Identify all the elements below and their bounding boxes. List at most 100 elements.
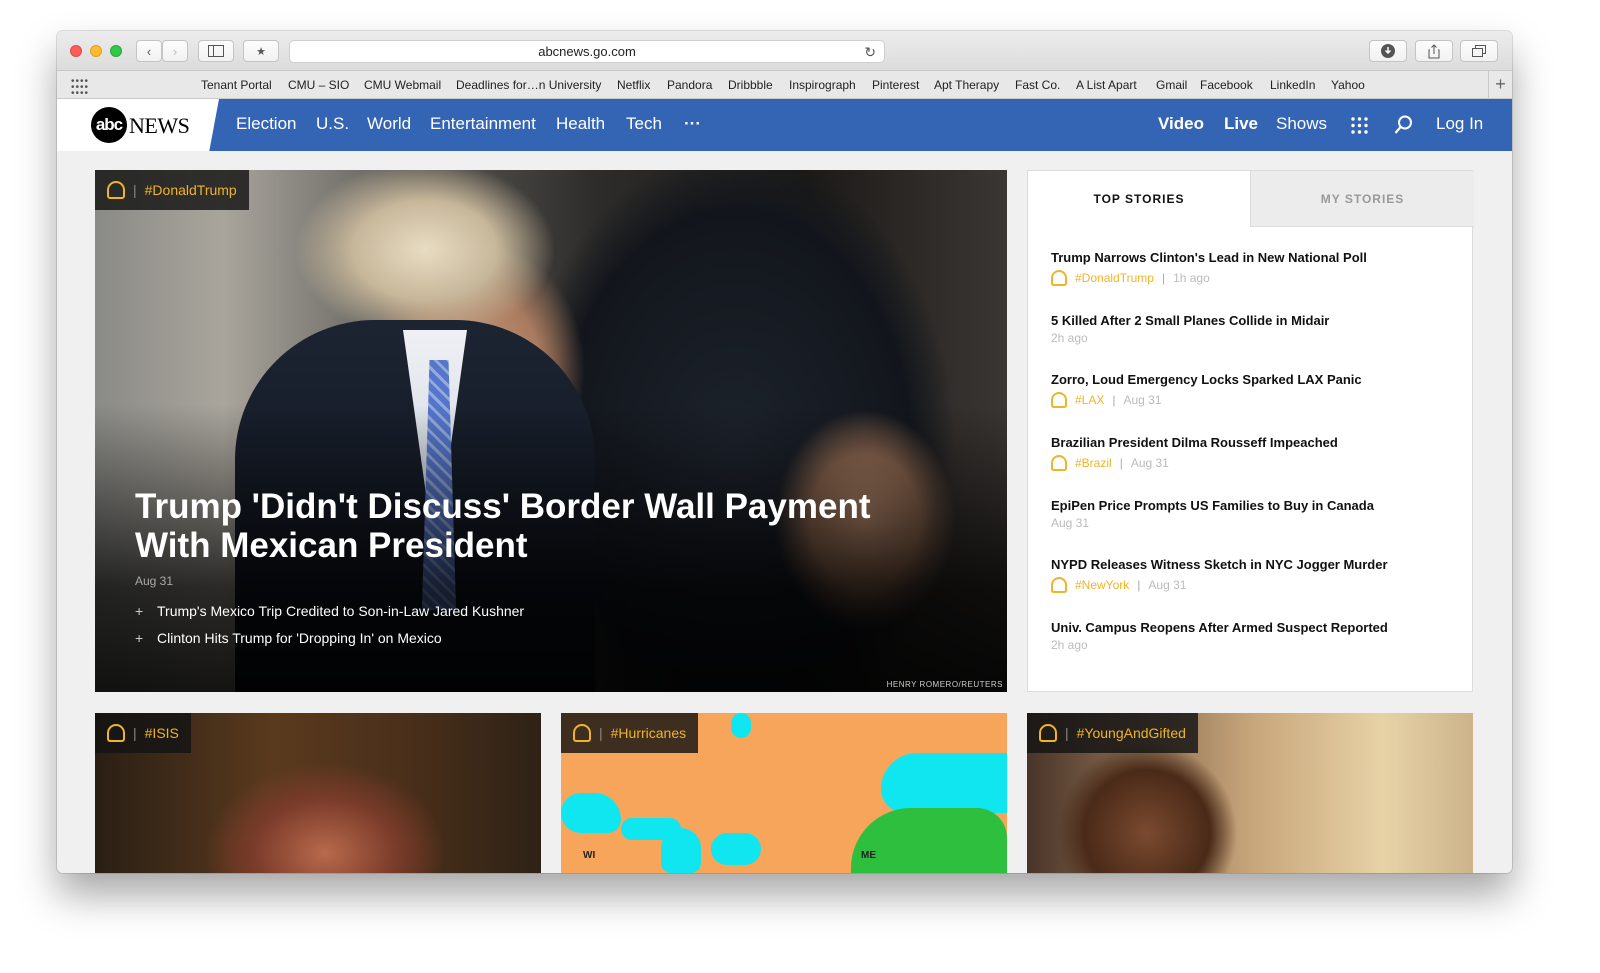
story-meta: #NewYork | Aug 31: [1051, 577, 1451, 593]
tag-divider: |: [1065, 725, 1069, 741]
hero-headline[interactable]: Trump 'Didn't Discuss' Border Wall Payme…: [135, 487, 955, 565]
sidebar-toggle-button[interactable]: [198, 40, 234, 62]
nav-shows[interactable]: Shows: [1276, 114, 1327, 134]
story-tile-hurricanes[interactable]: WI ME | #Hurricanes: [561, 713, 1007, 873]
list-item[interactable]: EpiPen Price Prompts US Families to Buy …: [1051, 498, 1451, 530]
bell-icon[interactable]: [107, 724, 125, 742]
tile-tag-label: #ISIS: [144, 725, 179, 741]
meta-divider: |: [1119, 456, 1123, 470]
address-bar[interactable]: abcnews.go.com ↻: [289, 40, 885, 63]
bookmark-item[interactable]: LinkedIn: [1270, 78, 1315, 92]
search-icon[interactable]: [1394, 115, 1413, 135]
nav-us[interactable]: U.S.: [316, 114, 349, 134]
nav-video[interactable]: Video: [1158, 114, 1204, 134]
bell-icon[interactable]: [1051, 577, 1067, 593]
share-icon: [1428, 43, 1440, 58]
bookmark-item[interactable]: Pinterest: [872, 78, 919, 92]
share-button[interactable]: [1415, 40, 1453, 62]
bookmark-item[interactable]: Tenant Portal: [201, 78, 272, 92]
logo-text: NEWS: [129, 113, 190, 138]
story-tag[interactable]: #LAX: [1075, 393, 1104, 407]
add-bookmark-button[interactable]: +: [1488, 71, 1512, 98]
bell-icon[interactable]: [1051, 455, 1067, 471]
story-tag[interactable]: #NewYork: [1075, 578, 1129, 592]
story-tag[interactable]: #Brazil: [1075, 456, 1112, 470]
bell-icon[interactable]: [1051, 392, 1067, 408]
nav-live[interactable]: Live: [1224, 114, 1258, 134]
list-item[interactable]: Trump Narrows Clinton's Lead in New Nati…: [1051, 250, 1451, 286]
login-link[interactable]: Log In: [1436, 114, 1483, 134]
bookmark-item[interactable]: CMU – SIO: [288, 78, 349, 92]
bookmark-item[interactable]: Dribbble: [728, 78, 773, 92]
bookmark-item[interactable]: A List Apart: [1076, 78, 1137, 92]
favorites-button[interactable]: ★: [243, 40, 279, 62]
list-item[interactable]: Brazilian President Dilma Rousseff Impea…: [1051, 435, 1451, 471]
tile-topic-tag[interactable]: | #YoungAndGifted: [1027, 713, 1198, 753]
story-title[interactable]: 5 Killed After 2 Small Planes Collide in…: [1051, 313, 1451, 328]
zoom-window-button[interactable]: [110, 45, 122, 57]
bookmark-item[interactable]: Yahoo: [1331, 78, 1365, 92]
bookmark-item[interactable]: Inspirograph: [789, 78, 856, 92]
list-item[interactable]: Univ. Campus Reopens After Armed Suspect…: [1051, 620, 1451, 652]
hero-tag-label: #DonaldTrump: [144, 182, 237, 198]
story-tag[interactable]: #DonaldTrump: [1075, 271, 1154, 285]
nav-world[interactable]: World: [367, 114, 411, 134]
bell-icon[interactable]: [107, 181, 125, 199]
story-title[interactable]: Brazilian President Dilma Rousseff Impea…: [1051, 435, 1451, 450]
story-meta: 2h ago: [1051, 638, 1451, 652]
story-tile-youngandgifted[interactable]: | #YoungAndGifted: [1027, 713, 1473, 873]
forward-button[interactable]: ›: [162, 40, 188, 62]
story-title[interactable]: Trump Narrows Clinton's Lead in New Nati…: [1051, 250, 1451, 265]
bookmark-item[interactable]: Apt Therapy: [934, 78, 999, 92]
bookmark-item[interactable]: CMU Webmail: [364, 78, 441, 92]
abc-news-logo[interactable]: abc NEWS: [57, 99, 219, 151]
nav-entertainment[interactable]: Entertainment: [430, 114, 536, 134]
tab-my-stories[interactable]: MY STORIES: [1250, 171, 1474, 227]
related-link[interactable]: + Trump's Mexico Trip Credited to Son-in-…: [135, 603, 524, 619]
bookmark-item[interactable]: Netflix: [617, 78, 650, 92]
nav-more-button[interactable]: ···: [684, 114, 701, 134]
bookmark-item[interactable]: Deadlines for…n University: [456, 78, 601, 92]
downloads-button[interactable]: [1369, 40, 1407, 62]
map-lake: [711, 833, 761, 865]
list-item[interactable]: 5 Killed After 2 Small Planes Collide in…: [1051, 313, 1451, 345]
top-sites-grid-icon[interactable]: •••• •••• ••••: [71, 77, 88, 99]
story-tile-isis[interactable]: | #ISIS: [95, 713, 541, 873]
back-button[interactable]: ‹: [136, 40, 162, 62]
story-title[interactable]: NYPD Releases Witness Sketch in NYC Jogg…: [1051, 557, 1451, 572]
tabs-overview-button[interactable]: [1460, 40, 1498, 62]
tile-tag-label: #Hurricanes: [610, 725, 687, 741]
story-title[interactable]: Zorro, Loud Emergency Locks Sparked LAX …: [1051, 372, 1451, 387]
tile-topic-tag[interactable]: | #Hurricanes: [561, 713, 699, 753]
bookmark-item[interactable]: Fast Co.: [1015, 78, 1060, 92]
list-item[interactable]: NYPD Releases Witness Sketch in NYC Jogg…: [1051, 557, 1451, 593]
hero-story[interactable]: | #DonaldTrump Trump 'Didn't Discuss' Bo…: [95, 170, 1007, 692]
bookmark-item[interactable]: Facebook: [1200, 78, 1253, 92]
bell-icon[interactable]: [573, 724, 591, 742]
nav-health[interactable]: Health: [556, 114, 605, 134]
story-meta: #Brazil | Aug 31: [1051, 455, 1451, 471]
grid-menu-icon[interactable]: [1351, 117, 1368, 134]
browser-window: ‹ › ★ abcnews.go.com ↻ •••• •••• •••• Tena…: [57, 31, 1512, 873]
minimize-window-button[interactable]: [90, 45, 102, 57]
reload-icon[interactable]: ↻: [864, 44, 876, 61]
related-link[interactable]: + Clinton Hits Trump for 'Dropping In' on…: [135, 630, 442, 646]
abc-logo-mark: abc: [91, 107, 127, 143]
close-window-button[interactable]: [70, 45, 82, 57]
tab-top-stories[interactable]: TOP STORIES: [1028, 171, 1250, 227]
tile-topic-tag[interactable]: | #ISIS: [95, 713, 191, 753]
nav-election[interactable]: Election: [236, 114, 296, 134]
story-title[interactable]: EpiPen Price Prompts US Families to Buy …: [1051, 498, 1451, 513]
bookmark-item[interactable]: Gmail: [1156, 78, 1187, 92]
list-item[interactable]: Zorro, Loud Emergency Locks Sparked LAX …: [1051, 372, 1451, 408]
story-time: Aug 31: [1130, 456, 1169, 470]
bookmark-item[interactable]: Pandora: [667, 78, 712, 92]
map-lake: [661, 828, 701, 873]
star-icon: ★: [256, 45, 266, 58]
sidebar-icon: [208, 45, 224, 57]
bell-icon[interactable]: [1039, 724, 1057, 742]
hero-topic-tag[interactable]: | #DonaldTrump: [95, 170, 249, 210]
nav-tech[interactable]: Tech: [626, 114, 662, 134]
story-title[interactable]: Univ. Campus Reopens After Armed Suspect…: [1051, 620, 1451, 635]
bell-icon[interactable]: [1051, 270, 1067, 286]
